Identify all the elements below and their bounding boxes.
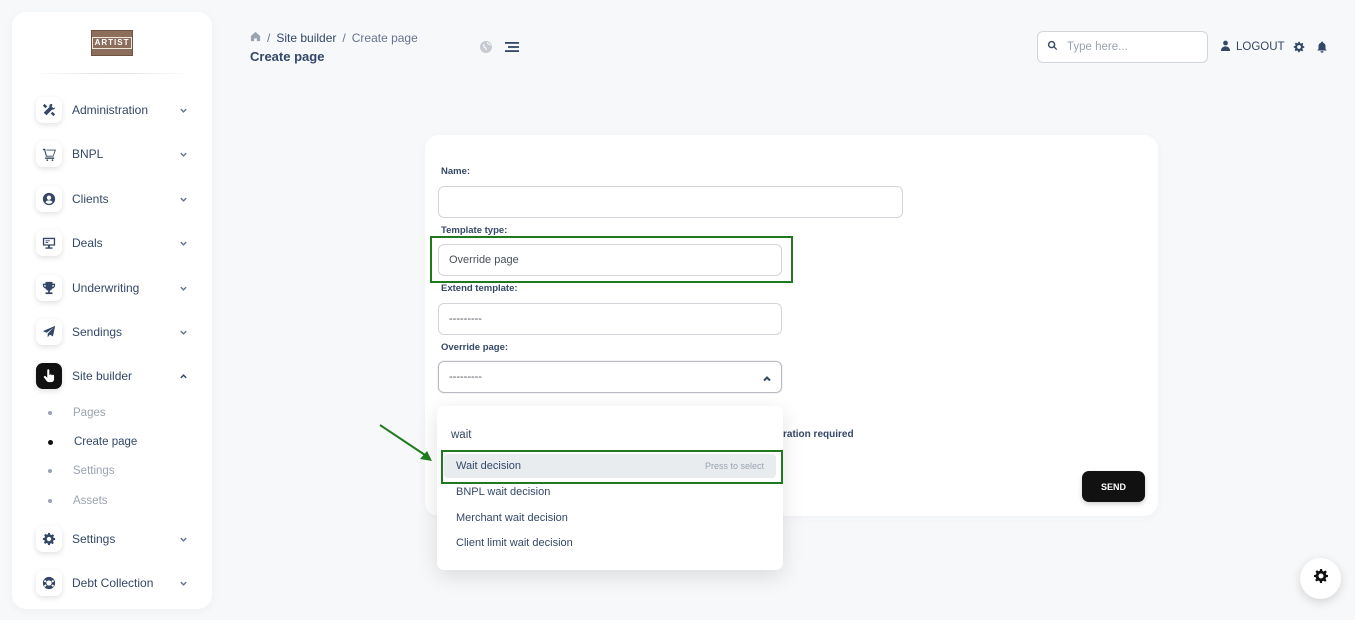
- sidebar-subitem-label: Settings: [73, 465, 115, 477]
- dropdown-option-client-limit-wait-decision[interactable]: Client limit wait decision: [444, 531, 776, 555]
- sidebar-item-administration[interactable]: Administration: [36, 96, 188, 124]
- breadcrumb: / Site builder / Create page: [250, 31, 418, 45]
- sidebar-item-label: Site builder: [72, 369, 133, 383]
- chevron-up-icon: [763, 374, 771, 382]
- send-button[interactable]: SEND: [1082, 471, 1145, 502]
- chevron-down-icon: [178, 534, 188, 544]
- sidebar-subitem-pages[interactable]: Pages: [48, 405, 106, 421]
- gear-icon: [36, 526, 62, 552]
- search-icon: [1047, 38, 1058, 56]
- chevron-up-icon: [178, 371, 188, 381]
- override-page-select[interactable]: ---------: [438, 361, 782, 393]
- chevron-down-icon: [178, 578, 188, 588]
- override-page-label: Override page:: [441, 342, 509, 353]
- logout-label: LOGOUT: [1236, 41, 1285, 53]
- cart-icon: [36, 141, 62, 167]
- monitor-icon: [36, 230, 62, 256]
- override-page-dropdown: wait Wait decision Press to select BNPL …: [437, 406, 783, 570]
- highlight-template-type: [430, 236, 793, 283]
- sidebar-subitem-label: Pages: [73, 407, 106, 419]
- name-input[interactable]: [438, 186, 903, 218]
- pointer-hand-icon: [36, 363, 62, 389]
- partially-hidden-field-label: ration required: [783, 429, 854, 440]
- home-icon[interactable]: [250, 31, 261, 45]
- annotation-arrow-icon: [379, 424, 432, 461]
- chevron-down-icon: [178, 149, 188, 159]
- sidebar-item-debt-collection[interactable]: Debt Collection: [36, 569, 188, 597]
- sidebar-subitem-create-page[interactable]: Create page: [48, 434, 137, 450]
- bell-icon[interactable]: [1316, 40, 1328, 53]
- sidebar-item-settings[interactable]: Settings: [36, 525, 188, 553]
- globe-icon[interactable]: [479, 40, 493, 54]
- sidebar-item-site-builder[interactable]: Site builder: [36, 362, 188, 390]
- sidebar: ARTIST Administration BNPL Clients Deals…: [12, 12, 212, 609]
- sidebar-item-label: BNPL: [72, 147, 104, 161]
- trophy-icon: [36, 275, 62, 301]
- lifebuoy-icon: [36, 570, 62, 596]
- app-logo[interactable]: ARTIST: [91, 30, 133, 56]
- paper-plane-icon: [36, 319, 62, 345]
- sidebar-item-underwriting[interactable]: Underwriting: [36, 274, 188, 302]
- menu-toggle-icon[interactable]: [505, 40, 519, 54]
- dropdown-search-input[interactable]: wait: [451, 429, 471, 441]
- chevron-down-icon: [178, 238, 188, 248]
- sidebar-item-clients[interactable]: Clients: [36, 185, 188, 213]
- chevron-down-icon: [178, 283, 188, 293]
- search-box: [1037, 31, 1208, 63]
- chevron-down-icon: [178, 327, 188, 337]
- sidebar-divider: [32, 73, 192, 74]
- sidebar-item-deals[interactable]: Deals: [36, 229, 188, 257]
- chevron-down-icon: [178, 105, 188, 115]
- dropdown-option-label: Merchant wait decision: [456, 512, 568, 524]
- extend-template-select[interactable]: ---------: [438, 303, 782, 335]
- sidebar-item-label: Sendings: [72, 325, 123, 339]
- override-page-value: ---------: [449, 371, 482, 383]
- dropdown-option-label: Client limit wait decision: [456, 537, 573, 549]
- extend-template-label: Extend template:: [441, 283, 518, 294]
- sidebar-item-label: Clients: [72, 192, 109, 206]
- sidebar-item-label: Settings: [72, 532, 116, 546]
- tools-icon: [36, 97, 62, 123]
- sidebar-item-label: Debt Collection: [72, 576, 154, 590]
- user-circle-icon: [36, 186, 62, 212]
- sidebar-item-sendings[interactable]: Sendings: [36, 318, 188, 346]
- breadcrumb-site-builder[interactable]: Site builder: [276, 31, 336, 45]
- dropdown-option-label: BNPL wait decision: [456, 486, 551, 498]
- bullet-icon: [48, 439, 53, 445]
- highlight-wait-decision: [441, 450, 783, 484]
- dropdown-option-merchant-wait-decision[interactable]: Merchant wait decision: [444, 506, 776, 530]
- sidebar-subitem-settings[interactable]: Settings: [48, 463, 115, 479]
- bullet-icon: [48, 411, 52, 415]
- sidebar-item-label: Administration: [72, 103, 149, 117]
- sidebar-item-bnpl[interactable]: BNPL: [36, 140, 188, 168]
- sidebar-item-label: Deals: [72, 236, 103, 250]
- floating-settings-button[interactable]: [1300, 558, 1341, 599]
- sidebar-subitem-label: Create page: [74, 436, 138, 448]
- logout-button[interactable]: LOGOUT: [1220, 40, 1285, 54]
- user-icon: [1220, 40, 1236, 54]
- search-input[interactable]: [1067, 41, 1197, 53]
- template-type-label: Template type:: [441, 225, 508, 236]
- bullet-icon: [48, 469, 52, 473]
- page-title: Create page: [250, 49, 325, 64]
- breadcrumb-current: Create page: [351, 31, 418, 45]
- bullet-icon: [48, 499, 52, 503]
- gear-icon[interactable]: [1293, 40, 1305, 53]
- name-label: Name:: [441, 166, 471, 177]
- sidebar-subitem-assets[interactable]: Assets: [48, 493, 108, 509]
- chevron-down-icon: [178, 194, 188, 204]
- sidebar-item-label: Underwriting: [72, 281, 140, 295]
- sidebar-subitem-label: Assets: [73, 495, 108, 507]
- gear-icon: [1313, 568, 1329, 589]
